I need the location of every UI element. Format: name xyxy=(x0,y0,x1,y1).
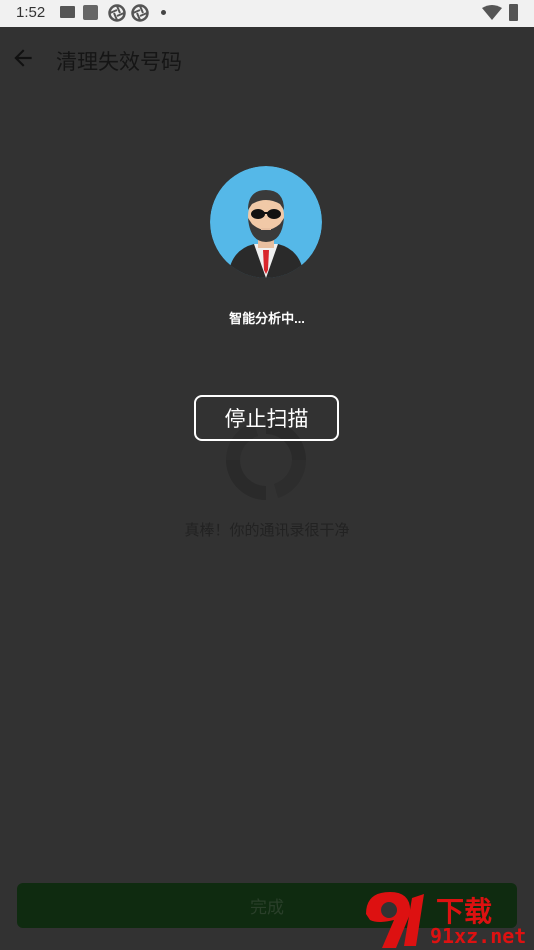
analyzing-status: 智能分析中... xyxy=(229,311,305,326)
back-arrow-icon[interactable] xyxy=(10,45,36,71)
aperture-icon xyxy=(131,4,149,22)
page-title: 清理失效号码 xyxy=(56,51,182,74)
square-icon xyxy=(83,5,98,20)
battery-icon xyxy=(509,4,518,21)
status-bar: 1:52 xyxy=(0,0,534,27)
avatar xyxy=(210,166,322,278)
app-bar: 清理失效号码 xyxy=(0,27,534,89)
watermark-url: 91xz.net xyxy=(430,924,527,948)
mail-icon xyxy=(60,6,75,18)
stop-scan-button[interactable]: 停止扫描 xyxy=(194,395,339,441)
empty-state-message: 真棒！你的通讯录很干净 xyxy=(184,522,350,539)
wifi-icon xyxy=(482,5,502,20)
status-time: 1:52 xyxy=(16,4,46,21)
aperture-icon xyxy=(108,4,126,22)
dot-icon xyxy=(161,10,166,15)
